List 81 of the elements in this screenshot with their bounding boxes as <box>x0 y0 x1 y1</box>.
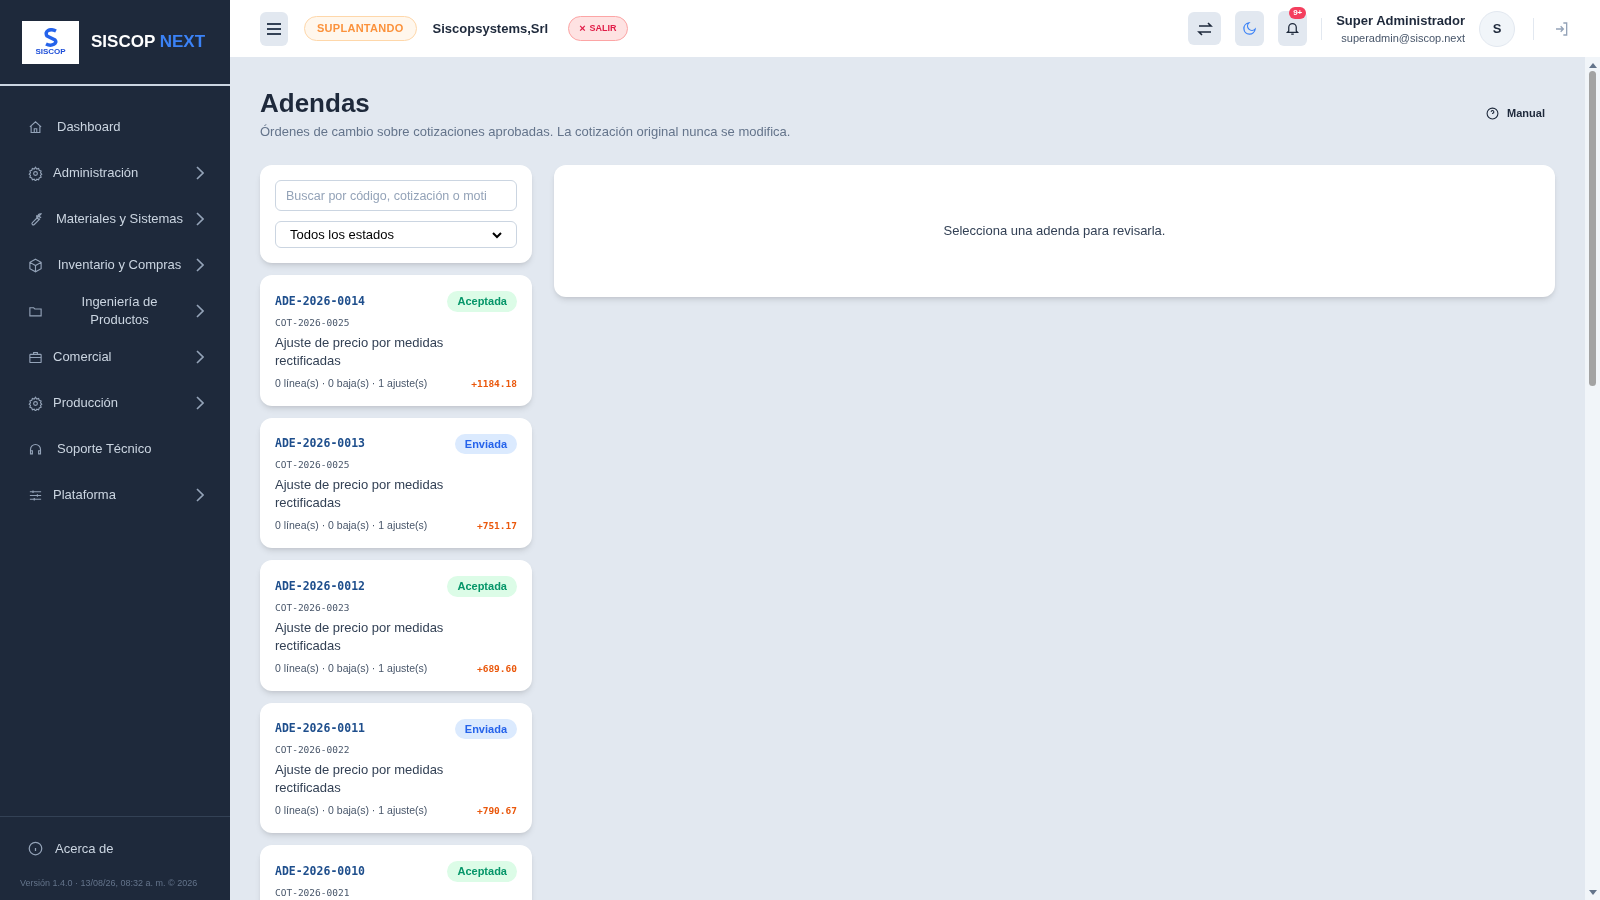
wrench-icon <box>28 211 43 227</box>
scrollbar-thumb[interactable] <box>1589 71 1596 386</box>
menu-button[interactable] <box>260 11 288 46</box>
addendum-description: Ajuste de precio por medidas rectificadas <box>275 476 445 513</box>
addendum-code: ADE-2026-0012 <box>275 577 365 595</box>
company-name: Siscopsystems,Srl <box>432 19 549 38</box>
amount: +689.60 <box>476 661 517 676</box>
notification-badge: 9+ <box>1289 7 1307 19</box>
addendum-description: Ajuste de precio por medidas rectificadas <box>275 618 445 655</box>
change-summary: 0 línea(s) · 0 baja(s) · 1 ajuste(s) <box>275 803 428 819</box>
quote-code: COT-2026-0022 <box>275 743 351 757</box>
addendum-card[interactable]: ADE-2026-0014 Aceptada COT-2026-0025 Ajuste de precio por medidas rectificadas 0 línea(s) · 0 baja(s) · 1 ajuste(s) +1184.18 <box>260 275 532 406</box>
status-badge: Aceptada <box>447 291 517 312</box>
moon-icon <box>1242 21 1258 36</box>
addendum-card[interactable]: ADE-2026-0012 Aceptada COT-2026-0023 Ajuste de precio por medidas rectificadas 0 línea(s) · 0 baja(s) · 1 ajuste(s) +689.60 <box>260 560 532 691</box>
quote-code: COT-2026-0025 <box>275 458 351 472</box>
user-avatar[interactable]: S <box>1479 10 1515 47</box>
version-text: Versión 1.4.0 · 13/08/26, 08:32 a. m. © 2026 <box>20 876 199 890</box>
about-item[interactable]: Acerca de <box>20 839 210 859</box>
addendum-description: Ajuste de precio por medidas rectificadas <box>275 333 445 370</box>
user-email: superadmin@siscop.next <box>1341 31 1465 46</box>
addendum-code: ADE-2026-0013 <box>275 435 365 453</box>
addendum-card[interactable]: ADE-2026-0013 Enviada COT-2026-0025 Ajuste de precio por medidas rectificadas 0 línea(s) · 0 baja(s) · 1 ajuste(s) +751.17 <box>260 417 532 548</box>
menu-icon <box>266 21 282 36</box>
addendum-code: ADE-2026-0011 <box>275 720 365 738</box>
amount: +790.67 <box>476 804 517 818</box>
scroll-up-icon[interactable] <box>1588 62 1597 68</box>
sidebar-item[interactable]: Ingeniería de Productos <box>20 288 210 334</box>
change-summary: 0 línea(s) · 0 baja(s) · 1 ajuste(s) <box>275 660 428 676</box>
sidebar-item[interactable]: Producción <box>20 380 210 426</box>
briefcase-icon <box>28 349 43 365</box>
status-badge: Aceptada <box>447 861 517 882</box>
exit-impersonation-button[interactable]: × SALIR <box>568 16 628 41</box>
help-icon <box>1486 106 1500 120</box>
scrollbar[interactable] <box>1585 57 1600 900</box>
addendum-card[interactable]: ADE-2026-0010 Aceptada COT-2026-0021 <box>260 845 532 900</box>
quote-code: COT-2026-0025 <box>275 315 351 330</box>
logout-icon[interactable] <box>1554 20 1570 37</box>
logo: SISCOP <box>22 20 79 64</box>
chevron-down-icon <box>492 230 502 239</box>
home-icon <box>28 119 43 135</box>
sidebar-item[interactable]: Dashboard <box>20 104 210 150</box>
user-name: Super Administrador <box>1336 11 1465 30</box>
addendum-card[interactable]: ADE-2026-0011 Enviada COT-2026-0022 Ajuste de precio por medidas rectificadas 0 línea(s) · 0 baja(s) · 1 ajuste(s) +790.67 <box>260 702 532 833</box>
sidebar-item[interactable]: Inventario y Compras <box>20 242 210 288</box>
page-subtitle: Órdenes de cambio sobre cotizaciones aprobadas. La cotización original nunca se modifica. <box>260 122 791 141</box>
search-field[interactable]: Buscar por código, cotización o moti <box>275 180 517 211</box>
quote-code: COT-2026-0021 <box>275 885 351 900</box>
sidebar-item[interactable]: Soporte Técnico <box>20 426 210 472</box>
bell-icon <box>1285 21 1301 36</box>
addendum-code: ADE-2026-0014 <box>275 292 365 310</box>
amount: +751.17 <box>476 519 517 533</box>
brand-suffix: NEXT <box>159 32 205 52</box>
change-summary: 0 línea(s) · 0 baja(s) · 1 ajuste(s) <box>275 375 428 391</box>
status-select[interactable]: Todos los estados <box>275 221 517 248</box>
manual-link[interactable]: Manual <box>1486 105 1545 122</box>
impersonation-badge: SUPLANTANDO <box>304 16 417 41</box>
theme-toggle-button[interactable] <box>1235 11 1265 46</box>
status-badge: Enviada <box>454 433 517 454</box>
scroll-down-icon[interactable] <box>1588 890 1597 896</box>
change-summary: 0 línea(s) · 0 baja(s) · 1 ajuste(s) <box>275 518 428 534</box>
status-badge: Enviada <box>454 718 517 739</box>
box-icon <box>28 257 43 273</box>
switch-button[interactable] <box>1188 12 1222 45</box>
amount: +1184.18 <box>471 376 517 391</box>
sidebar-item[interactable]: Materiales y Sistemas <box>20 196 210 242</box>
sidebar-item[interactable]: Comercial <box>20 334 210 380</box>
empty-message: Selecciona una adenda para revisarla. <box>943 222 1166 241</box>
addendum-code: ADE-2026-0010 <box>275 862 365 880</box>
swap-icon <box>1196 21 1213 36</box>
info-icon <box>28 841 43 857</box>
sidebar-item[interactable]: Plataforma <box>20 472 210 518</box>
headset-icon <box>28 441 43 457</box>
addendum-description: Ajuste de precio por medidas rectificadas <box>275 761 445 798</box>
page-title: Adendas <box>260 87 371 120</box>
status-badge: Aceptada <box>447 576 517 597</box>
brand-name: SISCOP <box>91 32 155 52</box>
gear-icon <box>28 165 43 181</box>
quote-code: COT-2026-0023 <box>275 600 351 615</box>
sidebar-item[interactable]: Administración <box>20 150 210 196</box>
gear-icon <box>28 395 43 411</box>
